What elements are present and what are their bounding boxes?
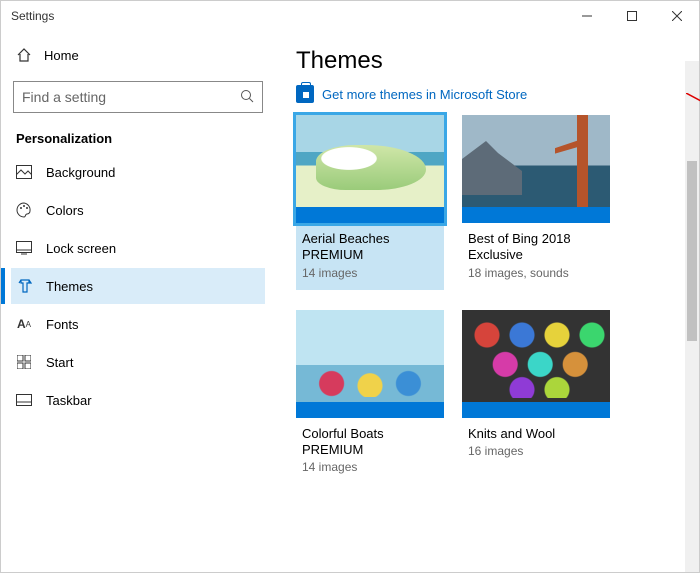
home-button[interactable]: Home bbox=[11, 41, 265, 73]
theme-thumbnail bbox=[296, 310, 444, 402]
fonts-icon: AA bbox=[16, 316, 32, 332]
theme-meta: 16 images bbox=[462, 442, 610, 462]
nav-item-colors[interactable]: Colors bbox=[11, 192, 265, 228]
nav-label: Taskbar bbox=[46, 393, 92, 408]
title-bar: Settings bbox=[1, 1, 699, 31]
theme-name: Knits and Wool bbox=[462, 418, 610, 442]
theme-thumbnail bbox=[462, 115, 610, 207]
theme-name: Colorful Boats PREMIUM bbox=[296, 418, 444, 459]
scrollbar[interactable] bbox=[685, 61, 699, 572]
nav-item-themes[interactable]: Themes bbox=[11, 268, 265, 304]
store-link-row[interactable]: Get more themes in Microsoft Store bbox=[296, 85, 689, 103]
minimize-button[interactable] bbox=[564, 1, 609, 31]
theme-thumbnail bbox=[296, 115, 444, 207]
nav-label: Background bbox=[46, 165, 115, 180]
page-title: Themes bbox=[296, 47, 689, 75]
themes-grid: Aerial Beaches PREMIUM 14 images Best of… bbox=[296, 115, 689, 478]
maximize-button[interactable] bbox=[609, 1, 654, 31]
search-placeholder: Find a setting bbox=[22, 89, 106, 105]
nav-item-background[interactable]: Background bbox=[11, 154, 265, 190]
theme-card[interactable]: Aerial Beaches PREMIUM 14 images bbox=[296, 115, 444, 290]
theme-meta: 14 images bbox=[296, 458, 444, 478]
nav-item-start[interactable]: Start bbox=[11, 344, 265, 380]
content-area: Themes Get more themes in Microsoft Stor… bbox=[276, 31, 699, 572]
palette-icon bbox=[16, 202, 32, 218]
nav-label: Fonts bbox=[46, 317, 79, 332]
close-button[interactable] bbox=[654, 1, 699, 31]
theme-meta: 14 images bbox=[296, 264, 444, 290]
lockscreen-icon bbox=[16, 240, 32, 256]
taskbar-icon bbox=[16, 392, 32, 408]
theme-thumbnail bbox=[462, 310, 610, 402]
home-icon bbox=[16, 47, 32, 63]
sidebar: Home Find a setting Personalization Back… bbox=[1, 31, 276, 572]
themes-icon bbox=[16, 278, 32, 294]
search-icon bbox=[240, 89, 254, 106]
store-icon bbox=[296, 85, 314, 103]
start-icon bbox=[16, 354, 32, 370]
store-link-text: Get more themes in Microsoft Store bbox=[322, 87, 527, 102]
search-input[interactable]: Find a setting bbox=[13, 81, 263, 113]
theme-card[interactable]: Colorful Boats PREMIUM 14 images bbox=[296, 310, 444, 479]
nav-label: Colors bbox=[46, 203, 84, 218]
theme-card[interactable]: Knits and Wool 16 images bbox=[462, 310, 610, 479]
scrollbar-thumb[interactable] bbox=[687, 161, 697, 341]
theme-meta: 18 images, sounds bbox=[462, 264, 610, 284]
theme-name: Aerial Beaches PREMIUM bbox=[296, 223, 444, 264]
window-controls bbox=[564, 1, 699, 31]
theme-card[interactable]: Best of Bing 2018 Exclusive 18 images, s… bbox=[462, 115, 610, 290]
nav-label: Lock screen bbox=[46, 241, 116, 256]
home-label: Home bbox=[44, 48, 79, 63]
nav-label: Start bbox=[46, 355, 73, 370]
nav-item-taskbar[interactable]: Taskbar bbox=[11, 382, 265, 418]
picture-icon bbox=[16, 164, 32, 180]
app-title: Settings bbox=[11, 9, 54, 23]
category-header: Personalization bbox=[11, 131, 265, 154]
nav-item-lockscreen[interactable]: Lock screen bbox=[11, 230, 265, 266]
nav-item-fonts[interactable]: AA Fonts bbox=[11, 306, 265, 342]
nav-label: Themes bbox=[46, 279, 93, 294]
theme-name: Best of Bing 2018 Exclusive bbox=[462, 223, 610, 264]
